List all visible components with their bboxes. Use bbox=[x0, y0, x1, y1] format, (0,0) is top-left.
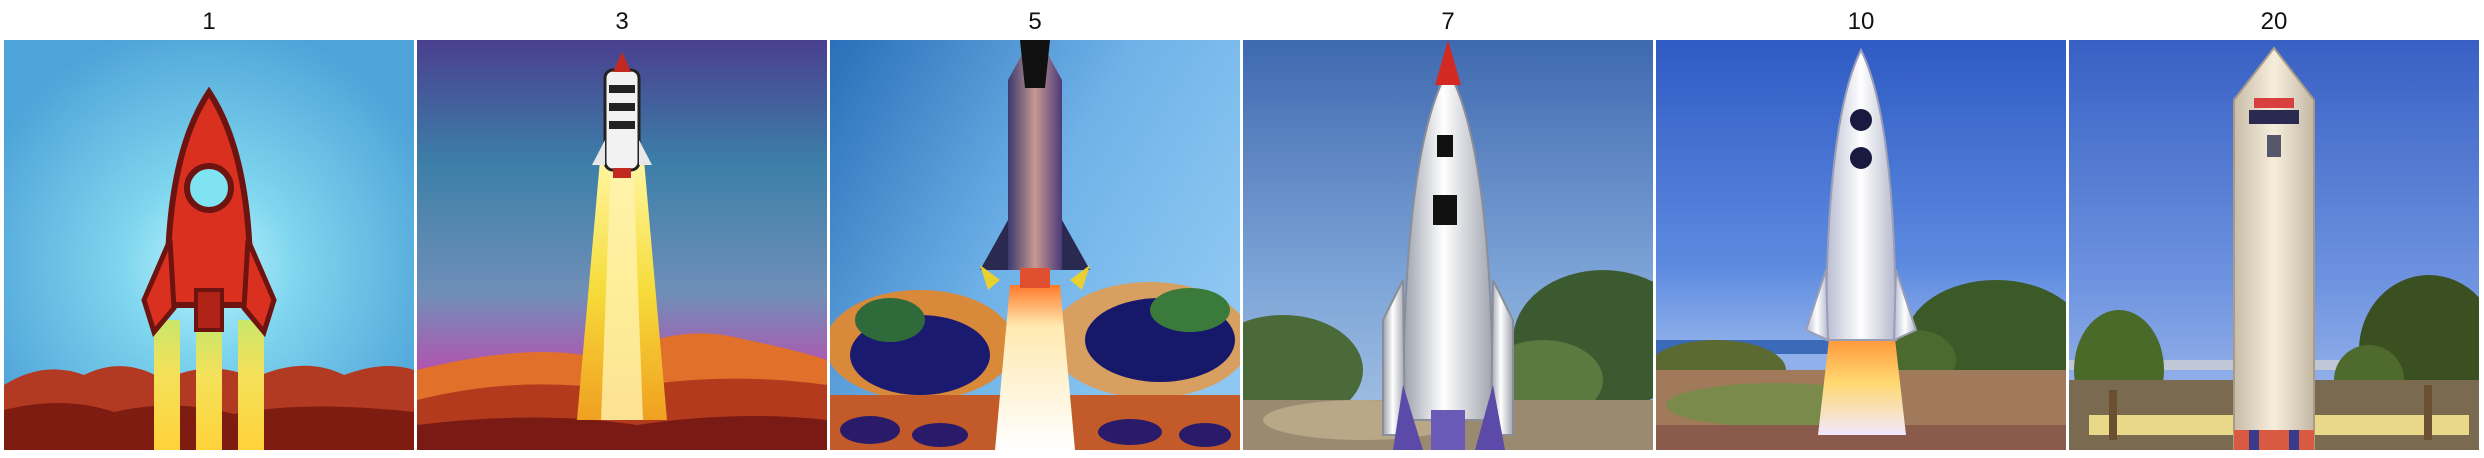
step-panel: 20 bbox=[2069, 0, 2479, 458]
rocket-image-step-10 bbox=[1656, 40, 2066, 450]
rocket-illustration bbox=[417, 40, 827, 450]
rocket-image-step-7 bbox=[1243, 40, 1653, 450]
rocket-illustration bbox=[4, 40, 414, 450]
rocket-image-step-1 bbox=[4, 40, 414, 450]
step-panel: 10 bbox=[1656, 0, 2066, 458]
step-panel: 1 bbox=[4, 0, 414, 458]
step-label: 5 bbox=[1028, 8, 1042, 35]
rocket-image-step-3 bbox=[417, 40, 827, 450]
step-panel: 3 bbox=[417, 0, 827, 458]
step-panel: 5 bbox=[830, 0, 1240, 458]
rocket-illustration bbox=[1656, 40, 2066, 450]
step-panel: 7 bbox=[1243, 0, 1653, 458]
rocket-image-step-20 bbox=[2069, 40, 2479, 450]
rocket-illustration bbox=[2069, 40, 2479, 450]
diffusion-steps-strip: 1 3 5 7 10 20 bbox=[4, 0, 2480, 458]
rocket-image-step-5 bbox=[830, 40, 1240, 450]
step-label: 7 bbox=[1441, 8, 1455, 35]
rocket-illustration bbox=[830, 40, 1240, 450]
step-label: 10 bbox=[1847, 8, 1875, 35]
step-label: 20 bbox=[2260, 8, 2288, 35]
rocket-illustration bbox=[1243, 40, 1653, 450]
step-label: 3 bbox=[615, 8, 629, 35]
step-label: 1 bbox=[202, 8, 216, 35]
